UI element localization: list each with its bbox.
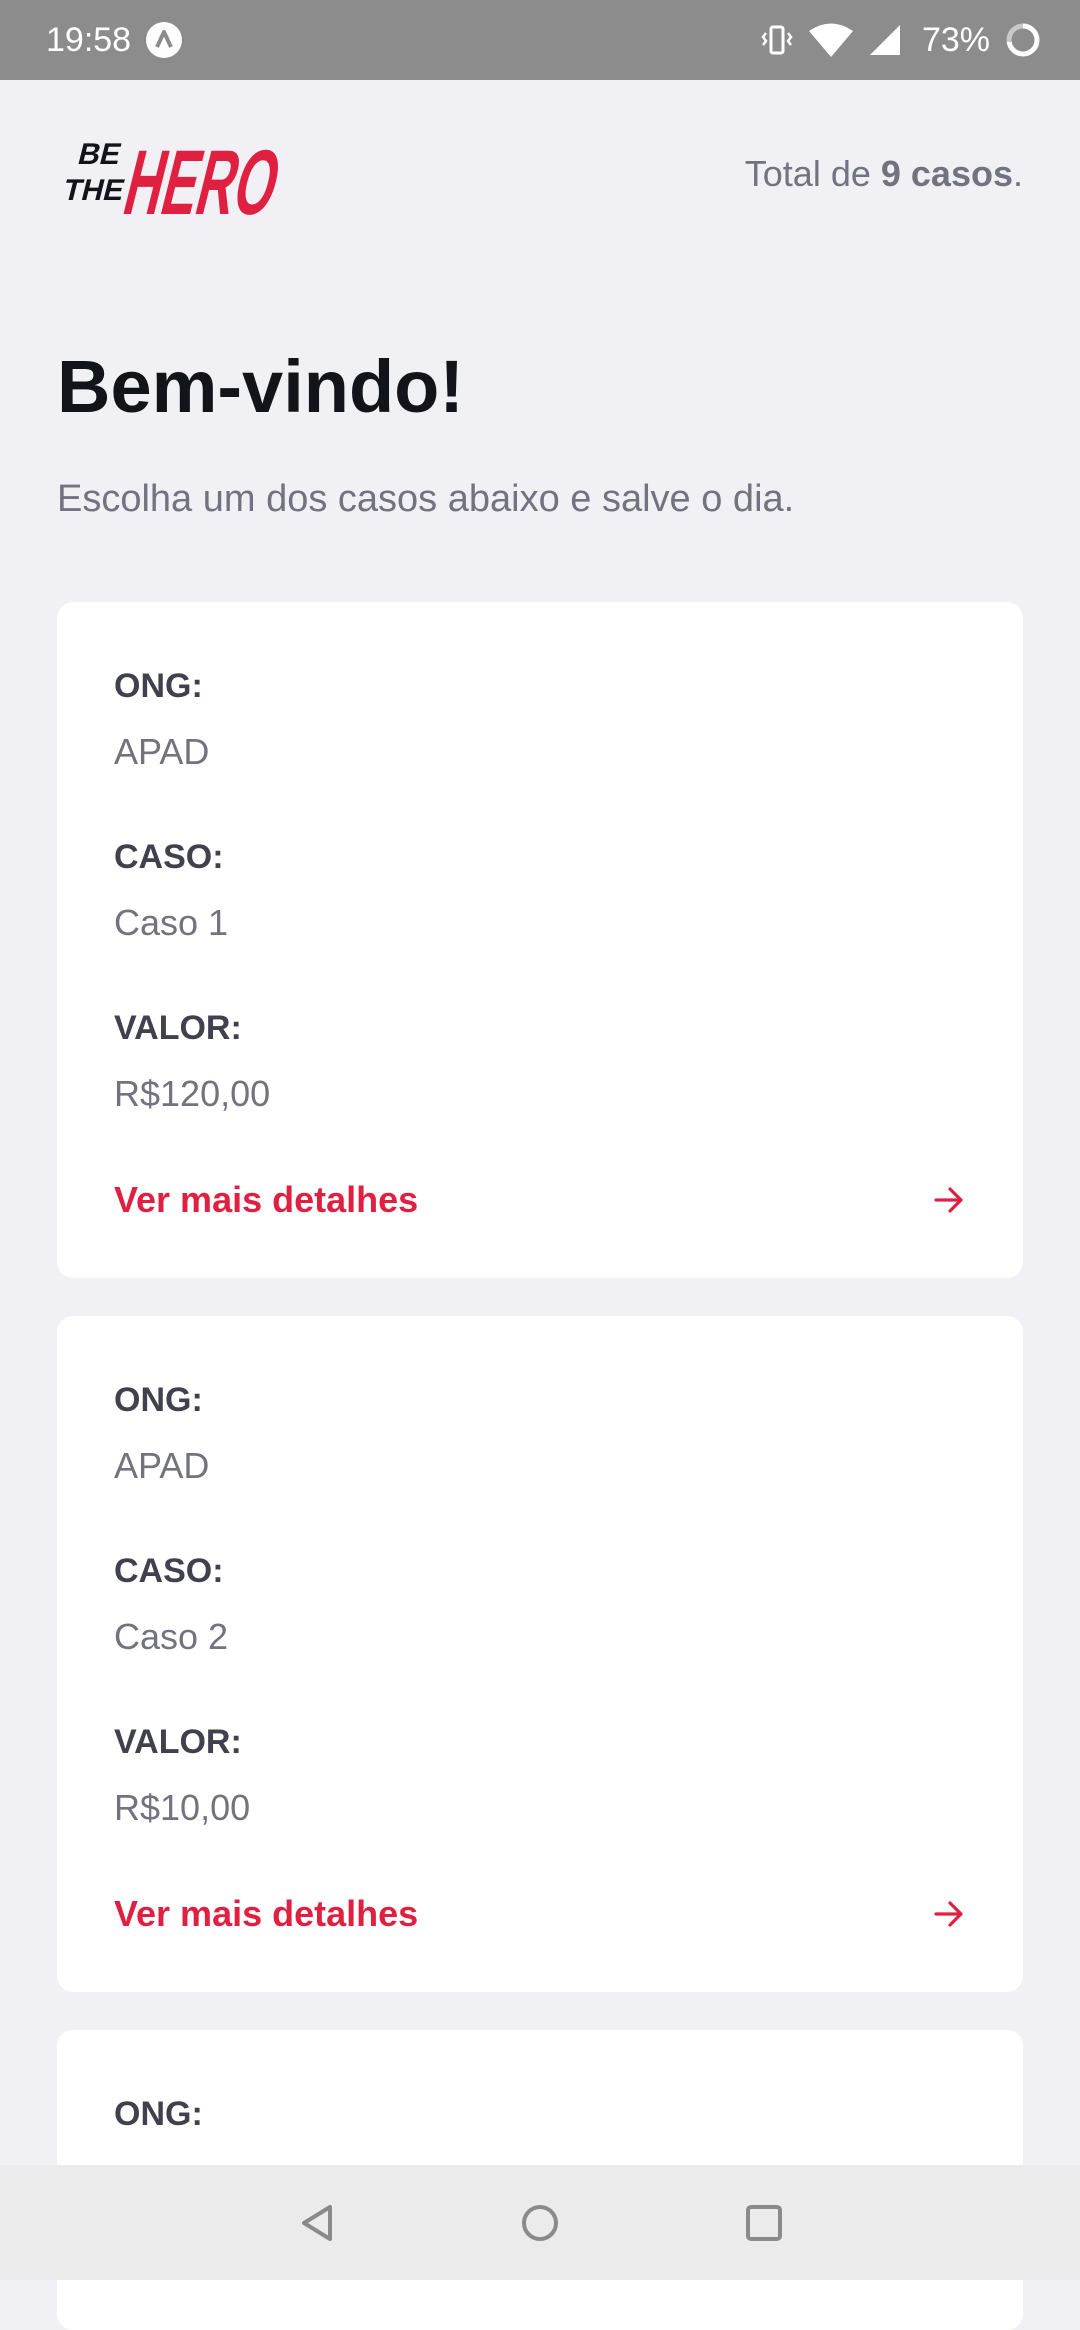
ong-value: APAD xyxy=(114,1445,210,1486)
page-description: Escolha um dos casos abaixo e salve o di… xyxy=(57,478,795,520)
status-time: 19:58 xyxy=(46,21,132,59)
arrow-right-icon xyxy=(934,1901,963,1927)
app-notification-icon xyxy=(146,22,182,58)
details-button-label: Ver mais detalhes xyxy=(114,1179,419,1220)
battery-icon xyxy=(1006,23,1040,57)
total-suffix: . xyxy=(1012,153,1023,194)
cellular-signal-icon xyxy=(869,25,900,55)
caso-value: Caso 1 xyxy=(114,902,229,943)
svg-text:BE: BE xyxy=(75,137,125,170)
incident-card: ONG: APAD CASO: Caso 2 VALOR: R$10,00 Ve… xyxy=(57,1316,1023,1992)
navigation-bar xyxy=(0,2165,1080,2280)
ong-label: ONG: xyxy=(114,1381,203,1419)
svg-text:HERO: HERO xyxy=(115,130,287,224)
back-icon[interactable] xyxy=(292,2197,344,2249)
valor-label: VALOR: xyxy=(114,1723,242,1761)
battery-percentage: 73% xyxy=(921,21,990,59)
details-button[interactable]: Ver mais detalhes xyxy=(114,1170,966,1230)
ong-value: APAD xyxy=(114,731,210,772)
ong-label: ONG: xyxy=(114,667,203,705)
ong-label: ONG: xyxy=(114,2095,203,2133)
vibrate-icon xyxy=(761,25,793,55)
svg-text:THE: THE xyxy=(60,173,128,206)
status-icons: 73% xyxy=(760,16,1042,64)
valor-value: R$10,00 xyxy=(114,1787,251,1828)
total-prefix: Total de xyxy=(744,153,881,194)
caso-label: CASO: xyxy=(114,838,224,876)
total-cases: Total de 9 casos. xyxy=(745,152,1023,196)
details-button[interactable]: Ver mais detalhes xyxy=(114,1884,966,1944)
total-count: 9 casos xyxy=(880,153,1013,194)
valor-value: R$120,00 xyxy=(114,1073,271,1114)
caso-label: CASO: xyxy=(114,1552,224,1590)
wifi-icon xyxy=(808,23,853,57)
be-the-hero-logo: BE THE HERO xyxy=(60,130,287,224)
page-title: Bem-vindo! xyxy=(57,345,464,428)
home-icon[interactable] xyxy=(514,2197,566,2249)
caso-value: Caso 2 xyxy=(114,1616,229,1657)
arrow-right-icon xyxy=(934,1187,963,1213)
valor-label: VALOR: xyxy=(114,1009,242,1047)
incident-card: ONG: APAD CASO: Caso 1 VALOR: R$120,00 V… xyxy=(57,602,1023,1278)
details-button-label: Ver mais detalhes xyxy=(114,1893,419,1934)
status-bar: 19:58 73% xyxy=(0,0,1080,80)
recents-icon[interactable] xyxy=(738,2197,790,2249)
